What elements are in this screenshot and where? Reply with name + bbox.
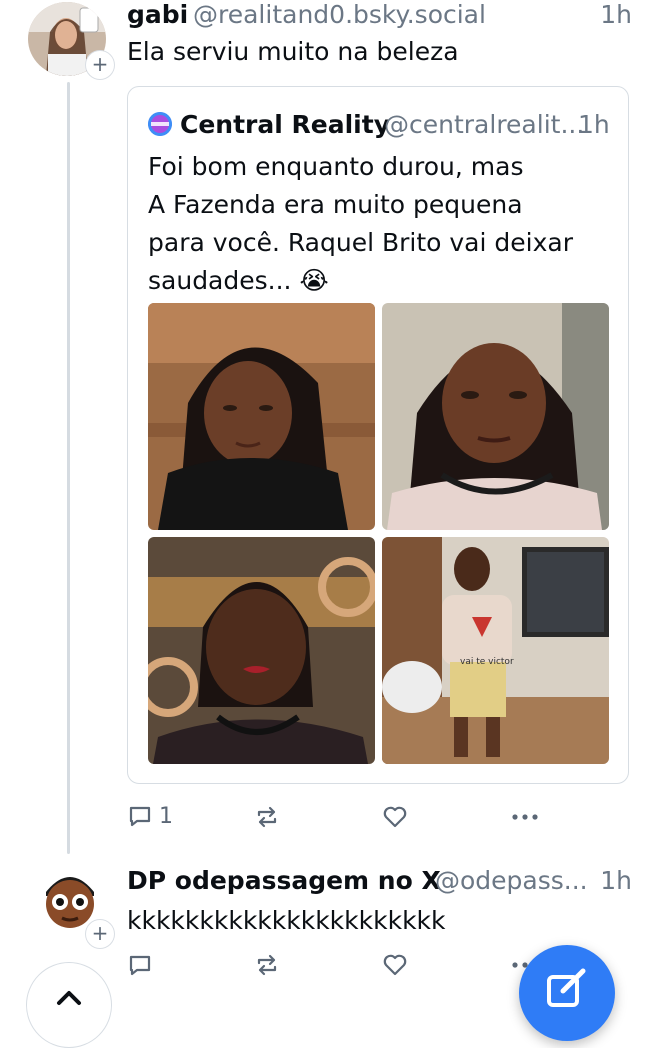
quote-text: Foi bom enquanto durou, mas A Fazenda er… (148, 148, 618, 300)
follow-plus-icon-2[interactable]: + (86, 920, 114, 948)
quote-card[interactable]: Central Reality @centralrealit... 1h Foi… (127, 86, 629, 784)
compose-icon (547, 968, 586, 1007)
post1-text: Ela serviu muito na beleza (127, 37, 459, 66)
repost-icon (257, 954, 277, 976)
post1-author-name[interactable]: gabi (127, 0, 188, 29)
post2-text: kkkkkkkkkkkkkkkkkkkkkk (127, 906, 446, 935)
reply-icon (129, 806, 151, 827)
post2-author-handle[interactable]: @odepass... (435, 866, 588, 895)
photo-4[interactable]: vai te victor (382, 537, 609, 764)
photo-4-caption: vai te victor (460, 657, 514, 667)
post1-reply-button[interactable]: 1 (127, 803, 173, 829)
repost-icon (257, 806, 277, 828)
post1-time[interactable]: 1h (600, 0, 632, 29)
scroll-to-top-button[interactable] (26, 962, 112, 1048)
quote-time[interactable]: 1h (578, 110, 610, 139)
quote-author-name[interactable]: Central Reality (180, 110, 390, 139)
crying-emoji: 😭 (299, 266, 329, 295)
photo-2[interactable] (382, 303, 609, 530)
post1-more-button[interactable] (510, 804, 540, 830)
post1-author-handle[interactable]: @realitand0.bsky.social (193, 0, 486, 29)
post2-repost-button[interactable] (254, 952, 280, 978)
post1-reply-count: 1 (159, 803, 173, 829)
quote-text-line-3: para você. Raquel Brito vai deixar (148, 228, 573, 257)
post2-time[interactable]: 1h (600, 866, 632, 895)
central-reality-avatar (148, 112, 172, 136)
post1-repost-button[interactable] (254, 804, 280, 830)
like-icon (383, 954, 407, 976)
compose-button[interactable] (519, 945, 615, 1041)
quote-text-line-4: saudades... (148, 266, 292, 295)
post2-like-button[interactable] (382, 952, 408, 978)
post2-author-name[interactable]: DP odepassagem no X (127, 866, 441, 895)
post2-header: DP odepassagem no X @odepass... 1h (127, 866, 632, 898)
photo-1[interactable] (148, 303, 375, 530)
quote-text-line-2: A Fazenda era muito pequena (148, 190, 523, 219)
post1-header: gabi @realitand0.bsky.social 1h (127, 0, 632, 32)
more-icon (512, 814, 538, 820)
photo-3[interactable] (148, 537, 375, 764)
reply-icon (129, 955, 151, 976)
post1-like-button[interactable] (382, 804, 408, 830)
post2-reply-button[interactable] (127, 952, 153, 978)
quote-text-line-1: Foi bom enquanto durou, mas (148, 152, 524, 181)
quote-author-handle[interactable]: @centralrealit... (384, 110, 584, 139)
thread-line (67, 82, 70, 854)
like-icon (383, 806, 407, 828)
chevron-up-icon (57, 991, 81, 1005)
follow-plus-icon[interactable]: + (86, 51, 114, 79)
